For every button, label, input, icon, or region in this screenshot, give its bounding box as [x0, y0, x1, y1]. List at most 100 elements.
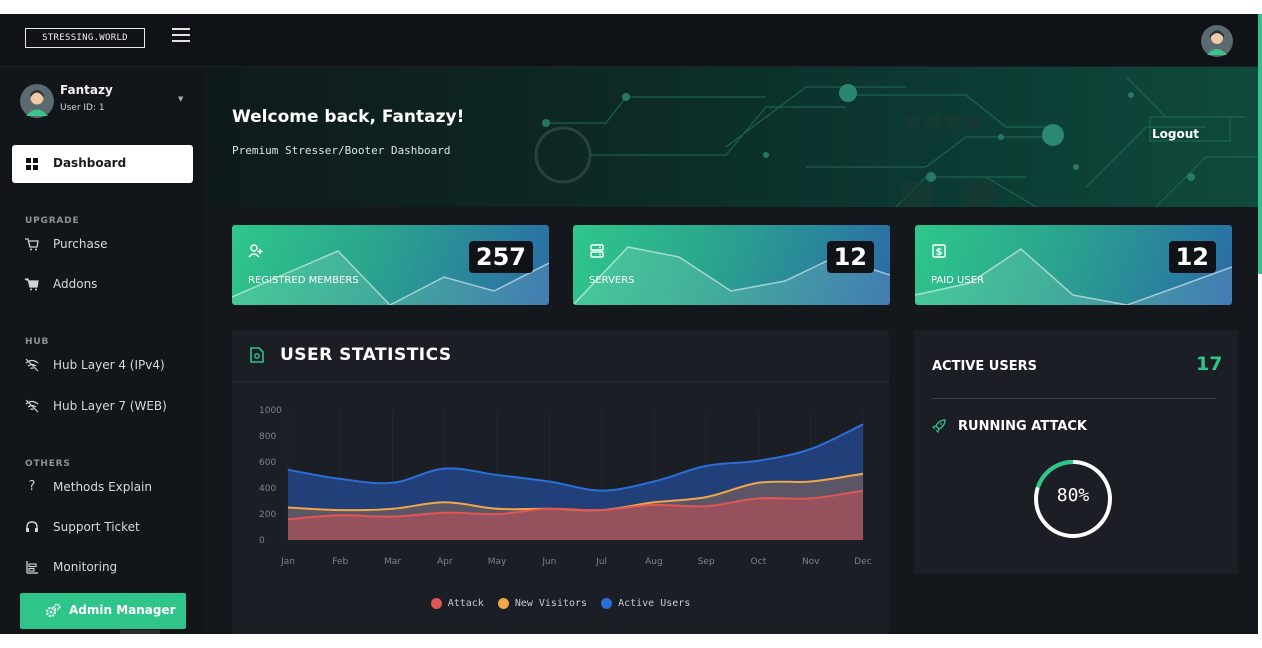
y-tick-label: 600 — [259, 458, 276, 468]
sidebar-item-hub-layer-4[interactable]: Hub Layer 4 (IPv4) — [20, 350, 195, 380]
chart-title: USER STATISTICS — [280, 345, 452, 365]
section-upgrade: UPGRADE — [25, 216, 80, 226]
active-users-panel: ACTIVE USERS 17 RUNNING ATTACK 80% — [914, 330, 1238, 574]
chevron-down-icon: ▼ — [178, 95, 184, 103]
legend-label: Active Users — [618, 598, 691, 609]
monitor-icon — [26, 561, 38, 574]
user-name: Fantazy — [60, 83, 113, 97]
wifi-off-icon — [25, 358, 39, 372]
y-tick-label: 1000 — [259, 406, 282, 416]
document-search-icon — [250, 347, 264, 363]
y-tick-label: 800 — [259, 432, 276, 442]
user-avatar — [20, 84, 54, 118]
server-icon — [590, 244, 604, 258]
legend-item-attack[interactable]: Attack — [430, 598, 484, 609]
legend-swatch — [497, 598, 509, 609]
active-users-label: ACTIVE USERS — [932, 359, 1037, 374]
legend-item-active-users[interactable]: Active Users — [601, 598, 690, 609]
circuit-pattern — [534, 76, 1258, 207]
legend-swatch — [601, 598, 613, 609]
sidebar-item-label: Monitoring — [53, 560, 118, 574]
section-hub: HUB — [25, 337, 50, 347]
welcome-subtitle: Premium Stresser/Booter Dashboard — [232, 144, 451, 157]
logout-link[interactable]: Logout — [1152, 127, 1199, 141]
sidebar: Fantazy User ID: 1 ▼ Dashboard UPGRADE P… — [0, 67, 205, 634]
area-chart[interactable]: 0 200 400 600 800 1000 Jan Feb Mar Apr May Jun Jul Au… — [232, 382, 889, 592]
wifi-off-icon — [25, 399, 39, 413]
welcome-banner: Welcome back, Fantazy! Premium Stresser/… — [206, 67, 1258, 207]
divider — [932, 398, 1216, 399]
section-others: OTHERS — [25, 459, 71, 469]
legend-swatch — [430, 598, 442, 609]
sidebar-item-support-ticket[interactable]: Support Ticket — [20, 512, 195, 542]
user-statistics-panel: USER STATISTICS 0 200 400 600 800 1000 Jan Feb M… — [232, 330, 889, 634]
sidebar-item-label: Purchase — [53, 237, 108, 251]
stat-value: 257 — [468, 241, 533, 273]
cogs-icon — [45, 603, 61, 618]
stat-label: PAID USER — [931, 275, 984, 286]
sidebar-item-dashboard[interactable]: Dashboard — [12, 145, 193, 183]
rocket-icon — [932, 419, 946, 433]
sidebar-item-addons[interactable]: Addons — [20, 269, 195, 299]
sidebar-item-label: Hub Layer 4 (IPv4) — [53, 358, 165, 372]
x-tick-label: May — [488, 557, 507, 567]
sidebar-scrollbar[interactable] — [120, 630, 160, 634]
welcome-title: Welcome back, Fantazy! — [232, 107, 465, 127]
stat-value: 12 — [826, 241, 874, 273]
sidebar-item-label: Support Ticket — [53, 520, 140, 534]
user-menu[interactable]: Fantazy User ID: 1 ▼ — [20, 81, 190, 121]
stat-card-paid-users: $ PAID USER 12 — [915, 225, 1232, 305]
sidebar-item-monitoring[interactable]: Monitoring — [20, 552, 195, 582]
chart-header: USER STATISTICS — [232, 330, 889, 382]
admin-manager-label: Admin Manager — [69, 603, 176, 617]
question-icon: ? — [28, 479, 36, 494]
sidebar-item-hub-layer-7[interactable]: Hub Layer 7 (WEB) — [20, 391, 195, 421]
x-tick-label: Mar — [384, 557, 401, 567]
user-id: User ID: 1 — [60, 103, 105, 113]
headset-icon — [26, 521, 38, 532]
app-frame: STRESSING.WORLD Fantazy User ID: 1 ▼ Das… — [0, 14, 1258, 634]
stat-label: SERVERS — [589, 275, 635, 286]
x-tick-label: Dec — [854, 557, 871, 567]
top-bar: STRESSING.WORLD — [0, 14, 1258, 67]
y-tick-label: 400 — [259, 484, 276, 494]
x-tick-label: Apr — [437, 557, 453, 567]
x-tick-label: Jul — [595, 557, 607, 567]
admin-manager-button[interactable]: Admin Manager — [20, 593, 186, 629]
legend-item-new-visitors[interactable]: New Visitors — [497, 598, 588, 609]
stat-card-servers: SERVERS 12 — [573, 225, 890, 305]
sidebar-item-methods-explain[interactable]: ? Methods Explain — [20, 472, 195, 502]
legend-label: Attack — [447, 598, 484, 609]
dollar-icon: $ — [932, 244, 946, 258]
stat-card-members: REGISTRED MEMBERS 257 — [232, 225, 549, 305]
x-tick-label: Sep — [698, 557, 715, 567]
legend-label: New Visitors — [514, 598, 588, 609]
sidebar-item-label: Hub Layer 7 (WEB) — [53, 399, 167, 413]
stat-value: 12 — [1168, 241, 1216, 273]
x-tick-label: Aug — [645, 557, 663, 567]
stat-label: REGISTRED MEMBERS — [248, 275, 359, 286]
sidebar-item-label: Methods Explain — [53, 480, 152, 494]
svg-text:$: $ — [936, 247, 943, 258]
x-tick-label: Nov — [802, 557, 820, 567]
x-tick-label: Jan — [280, 557, 295, 567]
y-tick-label: 0 — [259, 536, 265, 546]
gauge-value: 80% — [1056, 485, 1090, 506]
top-avatar[interactable] — [1201, 25, 1233, 57]
menu-toggle-icon[interactable] — [172, 28, 190, 44]
brand-logo[interactable]: STRESSING.WORLD — [25, 28, 145, 48]
x-tick-label: Jun — [541, 557, 556, 567]
x-tick-label: Feb — [332, 557, 348, 567]
sidebar-item-purchase[interactable]: Purchase — [20, 229, 195, 259]
x-tick-label: Oct — [751, 557, 767, 567]
dashboard-icon — [26, 158, 38, 170]
page-scrollbar[interactable] — [1258, 14, 1262, 274]
running-attack-label: RUNNING ATTACK — [958, 419, 1087, 434]
sidebar-item-label: Dashboard — [53, 156, 127, 170]
y-tick-label: 200 — [259, 510, 276, 520]
active-users-value: 17 — [1196, 353, 1223, 375]
user-plus-icon — [248, 244, 263, 258]
cart-icon — [24, 278, 39, 291]
sidebar-item-label: Addons — [53, 277, 98, 291]
cart-icon — [25, 238, 39, 251]
